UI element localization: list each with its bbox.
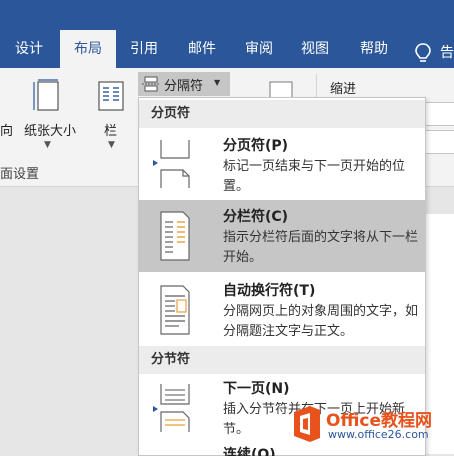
lightbulb-icon[interactable]: [414, 42, 432, 64]
paper-size-button-label[interactable]: 纸张大小: [24, 120, 76, 139]
tell-me-label[interactable]: 告: [440, 42, 454, 62]
paper-size-icon[interactable]: [32, 78, 64, 114]
watermark-url: www.office26.com: [328, 428, 429, 441]
indent-input[interactable]: [424, 102, 454, 126]
text-wrapping-desc: 分隔网页上的对象周围的文字，如分隔题注文字与正文。: [223, 304, 419, 339]
page-break-item[interactable]: 分页符(P) 标记一页结束与下一页开始的位置。: [139, 130, 425, 198]
section-breaks-header: 分节符: [139, 346, 425, 374]
next-page-icon: [153, 384, 190, 432]
office-logo-icon: [294, 406, 320, 442]
tab-view[interactable]: 视图: [292, 38, 338, 68]
column-break-item[interactable]: 分栏符(C) 指示分栏符后面的文字将从下一栏开始。: [139, 200, 425, 272]
page-break-icon: [153, 140, 190, 188]
page-setup-group-label: 面设置: [0, 167, 40, 182]
column-break-title: 分栏符(C): [223, 209, 289, 225]
tab-layout[interactable]: 布局: [60, 30, 116, 68]
tab-mailings[interactable]: 邮件: [178, 38, 226, 68]
orientation-button-label[interactable]: 向: [0, 120, 13, 139]
page-breaks-header: 分页符: [139, 100, 425, 128]
page-break-title: 分页符(P): [223, 138, 289, 154]
breaks-dropdown-menu: 分页符 分页符(P) 标记一页结束与下一页开始的位置。 分栏符(C) 指示分栏符…: [138, 97, 426, 456]
continuous-item[interactable]: 连续(O): [139, 444, 425, 456]
text-wrapping-icon: [160, 285, 190, 335]
tab-references[interactable]: 引用: [120, 38, 168, 68]
next-page-title: 下一页(N): [223, 381, 290, 397]
dropdown-arrow-icon: ▼: [214, 78, 221, 87]
text-wrapping-title: 自动换行符(T): [223, 283, 316, 299]
column-break-desc: 指示分栏符后面的文字将从下一栏开始。: [223, 230, 419, 265]
indent-input[interactable]: [424, 130, 454, 154]
breaks-icon: [142, 76, 160, 92]
page-break-desc: 标记一页结束与下一页开始的位置。: [223, 159, 406, 194]
tab-review[interactable]: 审阅: [236, 38, 282, 68]
dropdown-arrow-icon[interactable]: ▼: [108, 140, 115, 150]
text-wrapping-item[interactable]: 自动换行符(T) 分隔网页上的对象周围的文字，如分隔题注文字与正文。: [139, 274, 425, 346]
columns-button-label[interactable]: 栏: [104, 120, 117, 139]
dropdown-arrow-icon[interactable]: ▼: [44, 140, 51, 150]
columns-icon[interactable]: [96, 78, 126, 114]
tab-help[interactable]: 帮助: [348, 38, 400, 68]
breaks-button-label: 分隔符: [164, 79, 204, 94]
continuous-title: 连续(O): [223, 447, 276, 456]
column-break-icon: [160, 211, 190, 261]
office-logo: [290, 404, 324, 444]
ribbon-tab-bar: 设计 布局 引用 邮件 审阅 视图 帮助 告: [0, 0, 454, 68]
tab-design[interactable]: 设计: [6, 38, 52, 68]
indent-label: 缩进: [330, 82, 357, 97]
breaks-button[interactable]: 分隔符 ▼: [138, 72, 230, 96]
